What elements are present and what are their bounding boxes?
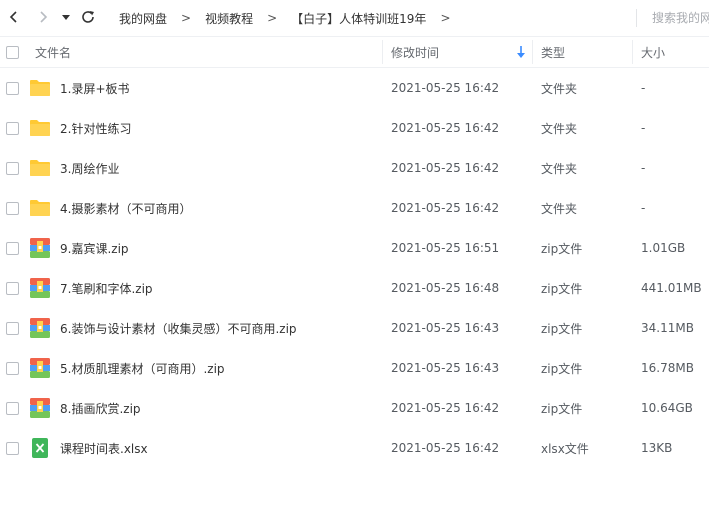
refresh-icon <box>82 11 94 23</box>
select-all-checkbox[interactable] <box>6 46 19 59</box>
search-divider <box>636 9 637 27</box>
zip-archive-icon <box>30 238 50 258</box>
file-size: - <box>641 201 646 215</box>
file-modified-time: 2021-05-25 16:48 <box>391 281 500 295</box>
file-list: 1.录屏+板书 2021-05-25 16:42 文件夹 - 2.针对性练习 2… <box>0 68 709 468</box>
row-checkbox[interactable] <box>6 202 19 215</box>
file-row-folder[interactable]: 4.摄影素材（不可商用） 2021-05-25 16:42 文件夹 - <box>0 188 709 228</box>
file-type: 文件夹 <box>541 161 578 176</box>
search-input[interactable] <box>652 9 709 27</box>
file-name[interactable]: 1.录屏+板书 <box>60 68 130 108</box>
file-modified-time: 2021-05-25 16:42 <box>391 441 500 455</box>
file-name[interactable]: 2.针对性练习 <box>60 108 131 148</box>
file-size: 10.64GB <box>641 401 693 415</box>
file-type: 文件夹 <box>541 201 578 216</box>
column-header-modified[interactable]: 修改时间 <box>391 37 439 67</box>
row-checkbox[interactable] <box>6 362 19 375</box>
zip-archive-icon <box>30 358 50 378</box>
file-type: 文件夹 <box>541 121 578 136</box>
caret-down-icon <box>62 15 70 20</box>
file-modified-time: 2021-05-25 16:43 <box>391 361 500 375</box>
file-row-zip[interactable]: 8.插画欣赏.zip 2021-05-25 16:42 zip文件 10.64G… <box>0 388 709 428</box>
file-modified-time: 2021-05-25 16:42 <box>391 81 500 95</box>
back-button[interactable] <box>4 7 24 27</box>
file-modified-time: 2021-05-25 16:42 <box>391 401 500 415</box>
file-size: 1.01GB <box>641 241 686 255</box>
file-type: zip文件 <box>541 321 583 336</box>
file-name[interactable]: 3.周绘作业 <box>60 148 119 188</box>
file-type: xlsx文件 <box>541 441 589 456</box>
zip-archive-icon <box>30 278 50 298</box>
file-row-folder[interactable]: 2.针对性练习 2021-05-25 16:42 文件夹 - <box>0 108 709 148</box>
file-type: zip文件 <box>541 241 583 256</box>
file-list-header: 文件名 修改时间 类型 大小 <box>0 37 709 68</box>
file-type: zip文件 <box>541 281 583 296</box>
file-type: zip文件 <box>541 401 583 416</box>
file-name[interactable]: 8.插画欣赏.zip <box>60 388 141 428</box>
column-header-size[interactable]: 大小 <box>641 37 665 67</box>
breadcrumb-separator: > <box>440 11 451 25</box>
file-modified-time: 2021-05-25 16:42 <box>391 201 500 215</box>
file-size: 34.11MB <box>641 321 694 335</box>
row-checkbox[interactable] <box>6 82 19 95</box>
breadcrumb-item-my-drive[interactable]: 我的网盘 <box>119 10 167 27</box>
row-checkbox[interactable] <box>6 242 19 255</box>
file-name[interactable]: 课程时间表.xlsx <box>60 428 148 468</box>
breadcrumb-separator: > <box>267 11 278 25</box>
folder-icon <box>30 120 50 136</box>
history-dropdown-button[interactable] <box>58 7 74 27</box>
file-modified-time: 2021-05-25 16:42 <box>391 161 500 175</box>
file-row-zip[interactable]: 7.笔刷和字体.zip 2021-05-25 16:48 zip文件 441.0… <box>0 268 709 308</box>
file-row-folder[interactable]: 3.周绘作业 2021-05-25 16:42 文件夹 - <box>0 148 709 188</box>
file-modified-time: 2021-05-25 16:43 <box>391 321 500 335</box>
row-checkbox[interactable] <box>6 282 19 295</box>
column-divider[interactable] <box>532 40 533 64</box>
file-name[interactable]: 7.笔刷和字体.zip <box>60 268 153 308</box>
column-divider[interactable] <box>382 40 383 64</box>
row-checkbox[interactable] <box>6 122 19 135</box>
breadcrumb: 我的网盘 > 视频教程 > 【白子】人体特训班19年 > <box>119 0 465 36</box>
file-size: - <box>641 121 646 135</box>
file-name[interactable]: 5.材质肌理素材（可商用）.zip <box>60 348 225 388</box>
file-name[interactable]: 4.摄影素材（不可商用） <box>60 188 191 228</box>
file-size: 16.78MB <box>641 361 694 375</box>
row-checkbox[interactable] <box>6 442 19 455</box>
file-modified-time: 2021-05-25 16:51 <box>391 241 500 255</box>
breadcrumb-item-current-folder[interactable]: 【白子】人体特训班19年 <box>291 10 426 27</box>
file-type: zip文件 <box>541 361 583 376</box>
file-type: 文件夹 <box>541 81 578 96</box>
folder-icon <box>30 200 50 216</box>
spreadsheet-icon <box>32 438 48 458</box>
zip-archive-icon <box>30 398 50 418</box>
file-row-folder[interactable]: 1.录屏+板书 2021-05-25 16:42 文件夹 - <box>0 68 709 108</box>
file-name[interactable]: 9.嘉宾课.zip <box>60 228 129 268</box>
file-row-zip[interactable]: 9.嘉宾课.zip 2021-05-25 16:51 zip文件 1.01GB <box>0 228 709 268</box>
folder-icon <box>30 80 50 96</box>
file-name[interactable]: 6.装饰与设计素材（收集灵感）不可商用.zip <box>60 308 297 348</box>
file-size: - <box>641 81 646 95</box>
zip-archive-icon <box>30 318 50 338</box>
column-header-type[interactable]: 类型 <box>541 37 565 67</box>
forward-button[interactable] <box>33 7 53 27</box>
chevron-right-icon <box>40 11 48 23</box>
navigation-bar: 我的网盘 > 视频教程 > 【白子】人体特训班19年 > <box>0 0 709 37</box>
file-row-zip[interactable]: 5.材质肌理素材（可商用）.zip 2021-05-25 16:43 zip文件… <box>0 348 709 388</box>
row-checkbox[interactable] <box>6 162 19 175</box>
refresh-button[interactable] <box>78 7 98 27</box>
breadcrumb-item-video-tutorials[interactable]: 视频教程 <box>205 10 253 27</box>
arrow-down-icon[interactable] <box>516 45 526 59</box>
row-checkbox[interactable] <box>6 402 19 415</box>
file-size: 13KB <box>641 441 673 455</box>
file-modified-time: 2021-05-25 16:42 <box>391 121 500 135</box>
row-checkbox[interactable] <box>6 322 19 335</box>
file-size: 441.01MB <box>641 281 702 295</box>
file-row-xlsx[interactable]: 课程时间表.xlsx 2021-05-25 16:42 xlsx文件 13KB <box>0 428 709 468</box>
file-size: - <box>641 161 646 175</box>
folder-icon <box>30 160 50 176</box>
file-row-zip[interactable]: 6.装饰与设计素材（收集灵感）不可商用.zip 2021-05-25 16:43… <box>0 308 709 348</box>
chevron-left-icon <box>9 11 17 23</box>
column-header-name[interactable]: 文件名 <box>35 37 71 67</box>
breadcrumb-separator: > <box>181 11 192 25</box>
column-divider[interactable] <box>632 40 633 64</box>
